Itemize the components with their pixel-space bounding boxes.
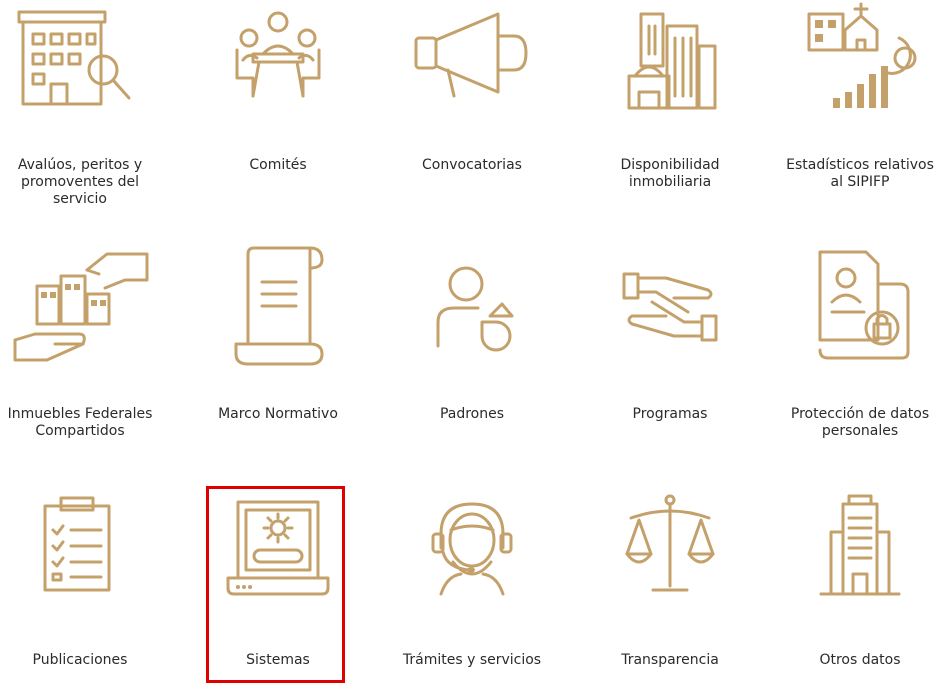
- tile-label: Transparencia: [621, 652, 719, 668]
- tile-label: Protección de datos personales: [790, 406, 930, 439]
- tile-label: Otros datos: [819, 652, 901, 668]
- tile-inmuebles[interactable]: Inmuebles Federales Compartidos: [0, 240, 160, 465]
- building-search-icon: [11, 0, 141, 110]
- user-pie-chart-icon: [412, 240, 532, 370]
- tile-label: Marco Normativo: [218, 406, 338, 422]
- handshake-icon: [610, 240, 730, 370]
- tile-label: Trámites y servicios: [402, 652, 542, 668]
- tile-estadisticos[interactable]: Estadísticos relativos al SIPIFP: [780, 0, 940, 200]
- scroll-document-icon: [218, 240, 338, 370]
- tile-padrones[interactable]: Padrones: [392, 240, 552, 450]
- statistics-chart-icon: [795, 0, 925, 115]
- tile-label: Disponibilidad inmobiliaria: [620, 157, 720, 190]
- tile-proteccion-datos[interactable]: Protección de datos personales: [780, 240, 940, 450]
- tile-label: Estadísticos relativos al SIPIFP: [786, 157, 934, 190]
- tile-label: Comités: [249, 157, 307, 173]
- office-tower-icon: [805, 490, 915, 600]
- tile-sistemas[interactable]: Sistemas: [198, 490, 358, 683]
- tile-label: Convocatorias: [422, 157, 522, 173]
- tile-tramites[interactable]: Trámites y servicios: [392, 490, 552, 683]
- tile-label: Inmuebles Federales Compartidos: [7, 406, 153, 439]
- headset-agent-icon: [417, 490, 527, 600]
- tile-comites[interactable]: Comités: [198, 0, 358, 200]
- tile-transparencia[interactable]: Transparencia: [590, 490, 750, 683]
- category-grid: Avalúos, peritos y promoventes del servi…: [0, 0, 943, 683]
- balance-scale-icon: [615, 490, 725, 600]
- tile-label: Programas: [632, 406, 708, 422]
- tile-label: Padrones: [439, 406, 505, 422]
- tile-convocatorias[interactable]: Convocatorias: [392, 0, 552, 200]
- megaphone-icon: [402, 0, 542, 110]
- tile-marco-normativo[interactable]: Marco Normativo: [198, 240, 358, 450]
- tile-publicaciones[interactable]: Publicaciones: [0, 490, 160, 683]
- tile-otros-datos[interactable]: Otros datos: [780, 490, 940, 683]
- tile-label: Avalúos, peritos y promoventes del servi…: [17, 157, 143, 207]
- shared-buildings-hands-icon: [7, 240, 157, 370]
- tile-programas[interactable]: Programas: [590, 240, 750, 450]
- tile-avaluos[interactable]: Avalúos, peritos y promoventes del servi…: [0, 0, 160, 220]
- city-buildings-icon: [615, 0, 725, 115]
- laptop-gear-icon: [218, 490, 338, 600]
- tile-label: Publicaciones: [32, 652, 128, 668]
- meeting-table-icon: [223, 0, 333, 110]
- tile-disponibilidad[interactable]: Disponibilidad inmobiliaria: [590, 0, 750, 210]
- clipboard-list-icon: [21, 490, 131, 600]
- tile-label: Sistemas: [246, 652, 310, 668]
- id-folder-lock-icon: [800, 240, 920, 370]
